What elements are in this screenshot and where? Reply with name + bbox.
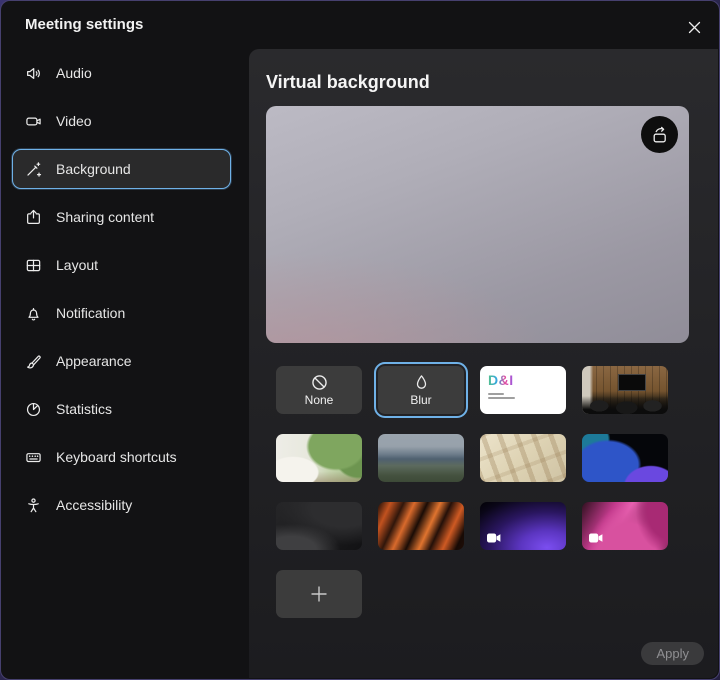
background-thumb-dark-waves[interactable]: [276, 502, 362, 550]
sidebar-item-label: Sharing content: [56, 209, 154, 225]
background-thumb-lava-texture[interactable]: [378, 502, 464, 550]
background-option-label: Blur: [410, 393, 431, 407]
background-thumb-blurred-mountains[interactable]: [378, 434, 464, 482]
sidebar-item-label: Audio: [56, 65, 92, 81]
logo-caption-line: [488, 397, 515, 399]
camera-icon: [25, 113, 42, 130]
sidebar-item-label: Background: [56, 161, 131, 177]
background-thumb-d-and-i-logo[interactable]: D&I: [480, 366, 566, 414]
settings-sidebar: Audio Video Background Sharing content L: [1, 49, 249, 679]
sidebar-item-layout[interactable]: Layout: [1, 241, 249, 289]
sidebar-item-notification[interactable]: Notification: [1, 289, 249, 337]
sidebar-item-label: Appearance: [56, 353, 132, 369]
dialog-title: Meeting settings: [25, 16, 143, 33]
background-option-none[interactable]: None: [276, 366, 362, 414]
sidebar-item-label: Keyboard shortcuts: [56, 449, 177, 465]
background-option-label: None: [305, 393, 334, 407]
background-options-grid: None Blur D&I: [276, 366, 668, 618]
sidebar-item-sharing-content[interactable]: Sharing content: [1, 193, 249, 241]
paintbrush-icon: [25, 353, 42, 370]
apply-button[interactable]: Apply: [641, 642, 704, 665]
close-button[interactable]: [681, 14, 707, 40]
pie-chart-icon: [25, 401, 42, 418]
background-thumb-office-interior[interactable]: [582, 366, 668, 414]
sidebar-item-background[interactable]: Background: [1, 145, 249, 193]
sidebar-item-label: Notification: [56, 305, 125, 321]
sidebar-item-appearance[interactable]: Appearance: [1, 337, 249, 385]
video-camera-badge-icon: [589, 533, 603, 543]
logo-caption-line: [488, 393, 504, 395]
blur-droplet-icon: [413, 374, 430, 392]
sidebar-item-video[interactable]: Video: [1, 97, 249, 145]
sidebar-item-accessibility[interactable]: Accessibility: [1, 481, 249, 529]
sidebar-item-statistics[interactable]: Statistics: [1, 385, 249, 433]
background-thumb-window-light[interactable]: [480, 434, 566, 482]
sidebar-item-label: Accessibility: [56, 497, 132, 513]
background-thumb-purple-gradient-video[interactable]: [480, 502, 566, 550]
close-icon: [688, 21, 701, 34]
sidebar-item-label: Statistics: [56, 401, 112, 417]
virtual-background-panel: Virtual background None Blur: [249, 49, 718, 678]
background-thumb-pink-waves-video[interactable]: [582, 502, 668, 550]
speaker-icon: [25, 65, 42, 82]
add-background-button[interactable]: [276, 570, 362, 618]
sidebar-item-audio[interactable]: Audio: [1, 49, 249, 97]
camera-preview: [266, 106, 689, 343]
flip-camera-icon: [649, 124, 671, 146]
sidebar-item-label: Video: [56, 113, 92, 129]
background-option-blur[interactable]: Blur: [378, 366, 464, 414]
bell-icon: [25, 305, 42, 322]
sidebar-item-label: Layout: [56, 257, 98, 273]
magic-wand-icon: [25, 161, 42, 178]
panel-title: Virtual background: [266, 72, 430, 93]
none-icon: [310, 373, 329, 392]
background-thumb-abstract-blue-purple[interactable]: [582, 434, 668, 482]
layout-grid-icon: [25, 257, 42, 274]
keyboard-icon: [25, 449, 42, 466]
sidebar-item-keyboard-shortcuts[interactable]: Keyboard shortcuts: [1, 433, 249, 481]
background-thumb-living-room[interactable]: [276, 434, 362, 482]
d-and-i-logo-text: D&I: [488, 372, 514, 388]
share-icon: [25, 209, 42, 226]
video-camera-badge-icon: [487, 533, 501, 543]
accessibility-icon: [25, 497, 42, 514]
flip-camera-button[interactable]: [641, 116, 678, 153]
plus-icon: [309, 584, 329, 604]
meeting-settings-dialog: Meeting settings Audio Video Background: [0, 0, 720, 680]
